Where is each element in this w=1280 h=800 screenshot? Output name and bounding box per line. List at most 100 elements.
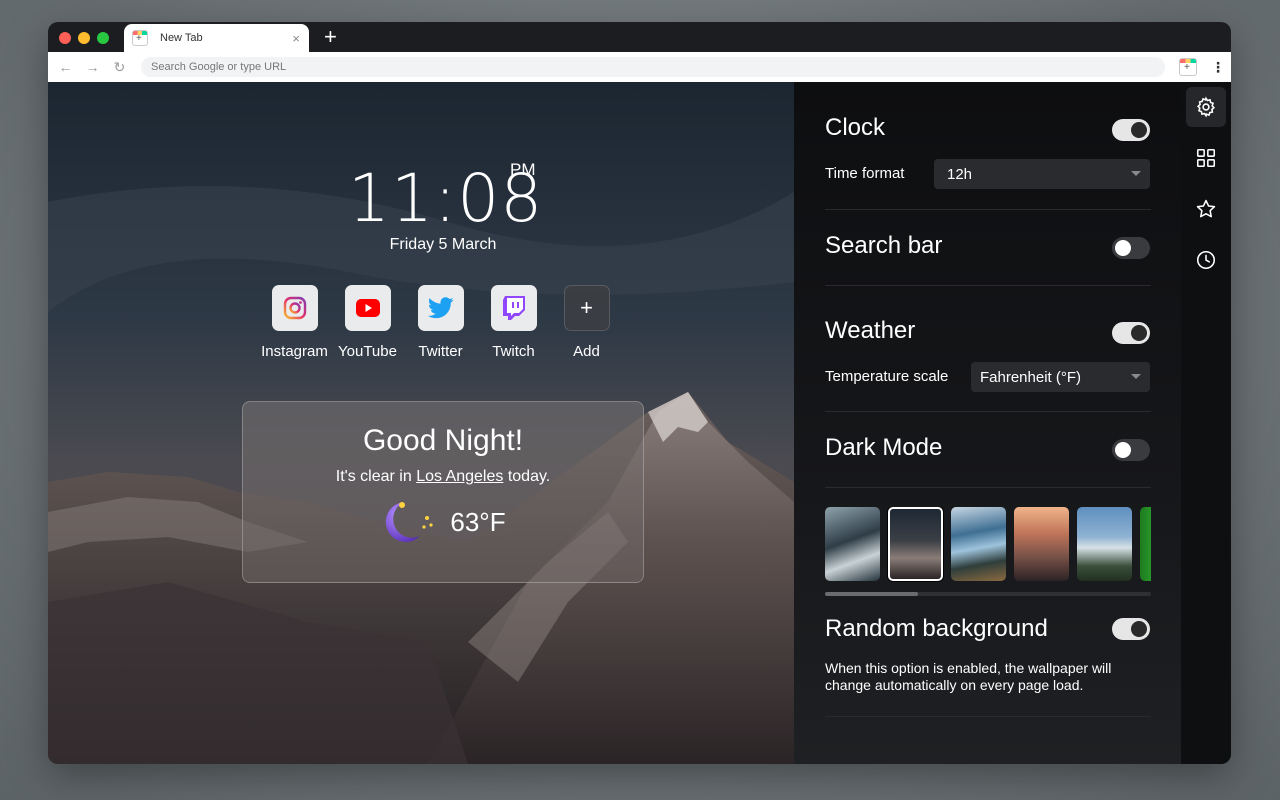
shortcut-add[interactable]: + Add (550, 285, 623, 360)
extension-icon[interactable] (1179, 58, 1197, 76)
toolbar: ← → ↻ Search Google or type URL ⋮ (48, 52, 1231, 82)
clock-settings: Clock Time format 12h (825, 114, 1151, 209)
plus-icon: + (580, 295, 593, 320)
forward-icon[interactable]: → (79, 59, 106, 75)
divider (825, 209, 1151, 210)
close-icon[interactable]: × (292, 31, 300, 46)
chevron-down-icon (1131, 171, 1141, 176)
tab-title: New Tab (160, 32, 203, 44)
clock-ampm: PM (510, 160, 536, 179)
search-bar-settings: Search bar (825, 232, 1151, 272)
divider (825, 716, 1151, 717)
reload-icon[interactable]: ↻ (106, 59, 133, 76)
shortcut-twitch[interactable]: Twitch (477, 285, 550, 360)
dark-mode-toggle[interactable] (1112, 439, 1150, 461)
shortcut-youtube[interactable]: YouTube (331, 285, 404, 360)
shortcut-tile[interactable] (417, 285, 464, 331)
weather-toggle[interactable] (1112, 322, 1150, 344)
wallpaper-thumbnail[interactable] (1077, 507, 1132, 581)
shortcuts: Instagram YouTube Twitter Twitch + Add (258, 285, 623, 360)
weather-summary: It's clear in Los Angeles today. (243, 468, 643, 486)
apps-rail-button[interactable] (1186, 138, 1226, 178)
shortcut-label: YouTube (338, 343, 397, 360)
search-bar-settings-title: Search bar (825, 232, 943, 259)
calendar-favicon-icon (132, 30, 148, 46)
favorites-rail-button[interactable] (1186, 189, 1226, 229)
gear-icon (1197, 96, 1215, 118)
tab-bar: New Tab × + (48, 22, 1231, 52)
random-background-description: When this option is enabled, the wallpap… (825, 660, 1112, 693)
search-bar-toggle[interactable] (1112, 237, 1150, 259)
weather-row: 63°F (243, 498, 643, 546)
new-tab-button[interactable]: + (324, 26, 337, 48)
shortcut-label: Instagram (261, 343, 328, 360)
divider (825, 411, 1151, 412)
instagram-icon (283, 296, 306, 320)
clock-icon (1196, 250, 1216, 270)
moon-stars-icon (386, 502, 433, 542)
temperature-scale-select[interactable]: Fahrenheit (°F) (971, 362, 1150, 392)
tab-new-tab[interactable]: New Tab × (124, 24, 309, 52)
time-format-label: Time format (825, 165, 905, 182)
weather-settings: Weather Temperature scale Fahrenheit (°F… (825, 317, 1151, 412)
browser-window: New Tab × + ← → ↻ Search Google or type … (48, 22, 1231, 764)
close-window-button[interactable] (59, 32, 71, 44)
twitch-icon (502, 296, 525, 320)
wallpaper-thumbnail[interactable] (951, 507, 1006, 581)
random-background-toggle[interactable] (1112, 618, 1150, 640)
settings-panel: Clock Time format 12h Search bar Weather… (794, 82, 1181, 764)
shortcut-tile[interactable] (490, 285, 537, 331)
gallery-scrollbar[interactable] (825, 592, 1151, 596)
divider (825, 285, 1151, 286)
add-shortcut-button[interactable]: + (563, 285, 610, 331)
temperature-scale-label: Temperature scale (825, 368, 949, 385)
star-icon (1196, 199, 1216, 218)
youtube-icon (355, 299, 380, 317)
dark-mode-settings-title: Dark Mode (825, 434, 943, 461)
shortcut-tile[interactable] (344, 285, 391, 331)
weather-greeting: Good Night! (362, 424, 524, 457)
weather-text-after: today. (503, 468, 551, 485)
address-placeholder: Search Google or type URL (151, 61, 287, 73)
shortcut-label: Twitch (492, 343, 535, 360)
random-background-settings: Random background When this option is en… (825, 615, 1151, 700)
shortcut-label: Twitter (418, 343, 463, 360)
weather-settings-title: Weather (825, 317, 916, 344)
page-content: 11:08 PM Friday 5 March Instagram YouTub… (48, 82, 1231, 764)
shortcut-instagram[interactable]: Instagram (258, 285, 331, 360)
weather-card: Good Night! It's clear in Los Angeles to… (242, 401, 644, 583)
address-bar[interactable]: Search Google or type URL (141, 57, 1165, 77)
weather-city-link[interactable]: Los Angeles (416, 468, 503, 485)
divider (825, 487, 1151, 488)
shortcut-twitter[interactable]: Twitter (404, 285, 477, 360)
temperature-scale-value: Fahrenheit (°F) (980, 368, 1082, 386)
wallpaper: 11:08 PM Friday 5 March Instagram YouTub… (48, 82, 794, 764)
shortcut-tile[interactable] (271, 285, 318, 331)
minimize-window-button[interactable] (78, 32, 90, 44)
wallpaper-thumbnail[interactable] (825, 507, 880, 581)
clock-settings-title: Clock (825, 114, 886, 141)
wallpaper-gallery (825, 507, 1151, 583)
wallpaper-thumbnail[interactable] (888, 507, 943, 581)
wallpaper-thumbnail[interactable] (1140, 507, 1151, 581)
random-background-title: Random background (825, 615, 1048, 642)
weather-temperature: 63°F (450, 506, 506, 537)
chevron-down-icon (1131, 374, 1141, 379)
history-rail-button[interactable] (1186, 240, 1226, 280)
twitter-icon (427, 297, 454, 319)
shortcut-label: Add (573, 343, 600, 360)
time-format-select[interactable]: 12h (934, 159, 1150, 189)
maximize-window-button[interactable] (97, 32, 109, 44)
grid-icon (1196, 148, 1216, 168)
weather-text-before: It's clear in (335, 468, 417, 485)
wallpaper-thumbnail[interactable] (1014, 507, 1069, 581)
side-rail (1181, 82, 1231, 764)
dark-mode-settings: Dark Mode (825, 434, 1151, 474)
time-format-value: 12h (947, 165, 973, 183)
back-icon[interactable]: ← (52, 59, 79, 75)
settings-rail-button[interactable] (1186, 87, 1226, 127)
menu-icon[interactable]: ⋮ (1211, 59, 1225, 76)
clock-toggle[interactable] (1112, 119, 1150, 141)
gallery-scrollbar-thumb[interactable] (825, 592, 918, 596)
clock-date: Friday 5 March (389, 236, 497, 253)
